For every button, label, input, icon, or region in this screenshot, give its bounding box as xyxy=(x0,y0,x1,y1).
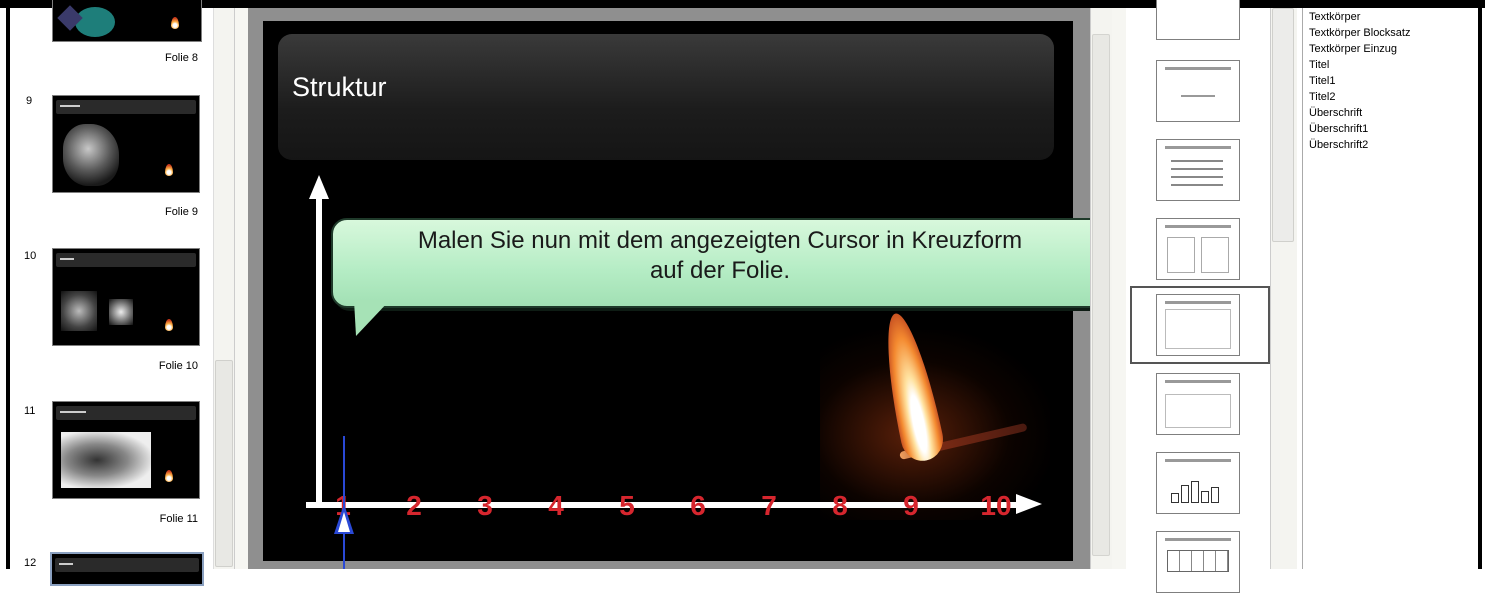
layout-title-only[interactable] xyxy=(1156,60,1240,122)
layout-title-table[interactable] xyxy=(1156,531,1240,593)
x-axis-arrowhead xyxy=(1016,494,1042,514)
style-item[interactable]: Überschrift1 xyxy=(1309,124,1368,135)
styles-scrollbar-thumb[interactable] xyxy=(1272,8,1294,242)
style-item[interactable]: Textkörper Einzug xyxy=(1309,44,1397,55)
layout-title-content[interactable] xyxy=(1156,139,1240,201)
window-frame-right xyxy=(1478,0,1482,569)
style-item[interactable]: Überschrift xyxy=(1309,108,1362,119)
window-frame-left xyxy=(6,0,10,569)
slide-number-11: 11 xyxy=(24,405,36,417)
callout-tail xyxy=(354,300,390,336)
y-axis-arrowhead xyxy=(309,175,329,199)
slide-title: Struktur xyxy=(292,72,387,102)
layout-two-content[interactable] xyxy=(1156,218,1240,280)
window-frame-top xyxy=(0,0,1485,8)
layout-blank[interactable] xyxy=(1156,0,1240,40)
slide-number-12: 12 xyxy=(24,557,37,569)
callout-line-2: auf der Folie. xyxy=(649,257,791,284)
axis-tick-2: 2 xyxy=(406,490,422,521)
axis-tick-4: 4 xyxy=(548,490,564,521)
axis-tick-5: 5 xyxy=(619,490,635,521)
axis-tick-10: 10 xyxy=(980,490,1012,521)
slide-thumbnail-8[interactable] xyxy=(52,0,202,42)
callout-text: Malen Sie nun mit dem angezeigten Cursor… xyxy=(335,226,1105,286)
slide-label-10: Folie 10 xyxy=(158,360,198,372)
slide-title-box[interactable] xyxy=(278,34,1054,160)
slide-thumbnail-11[interactable] xyxy=(52,401,200,499)
axis-tick-3: 3 xyxy=(477,490,493,521)
crosshair-cursor-line xyxy=(343,436,345,569)
layout-title-chart[interactable] xyxy=(1156,452,1240,514)
axis-tick-9: 9 xyxy=(903,490,919,521)
axis-tick-6: 6 xyxy=(690,490,706,521)
slide-label-8: Folie 8 xyxy=(164,52,198,64)
edit-area-scrollbar-thumb[interactable] xyxy=(1092,34,1110,556)
callout-line-1: Malen Sie nun mit dem angezeigten Cursor… xyxy=(417,227,1023,254)
layout-title-textbox[interactable] xyxy=(1156,373,1240,435)
layout-title-centered[interactable] xyxy=(1156,294,1240,356)
slide-thumbnail-9[interactable] xyxy=(52,95,200,193)
slide-number-10: 10 xyxy=(24,250,37,262)
y-axis-arrow xyxy=(316,195,322,507)
slide-label-11: Folie 11 xyxy=(159,513,198,525)
panel-splitter-right[interactable] xyxy=(1112,8,1127,569)
style-item[interactable]: Textkörper xyxy=(1309,12,1360,23)
axis-tick-8: 8 xyxy=(832,490,848,521)
slide-thumbnail-12[interactable] xyxy=(50,552,204,586)
style-item[interactable]: Titel2 xyxy=(1309,92,1336,103)
style-item[interactable]: Titel1 xyxy=(1309,76,1336,87)
slide-number-9: 9 xyxy=(26,95,33,107)
style-item[interactable]: Textkörper Blocksatz xyxy=(1309,28,1410,39)
style-item[interactable]: Überschrift2 xyxy=(1309,140,1368,151)
slide-thumbnail-10[interactable] xyxy=(52,248,200,346)
slide-sorter-panel: Folie 8 9 Folie 9 10 Folie 10 11 Folie 1… xyxy=(10,0,234,586)
style-item[interactable]: Titel xyxy=(1309,60,1329,71)
axis-tick-7: 7 xyxy=(761,490,777,521)
cursor-arrow-inner xyxy=(338,512,350,532)
slide-panel-scrollbar-thumb[interactable] xyxy=(215,360,233,567)
slide-label-9: Folie 9 xyxy=(164,206,198,218)
